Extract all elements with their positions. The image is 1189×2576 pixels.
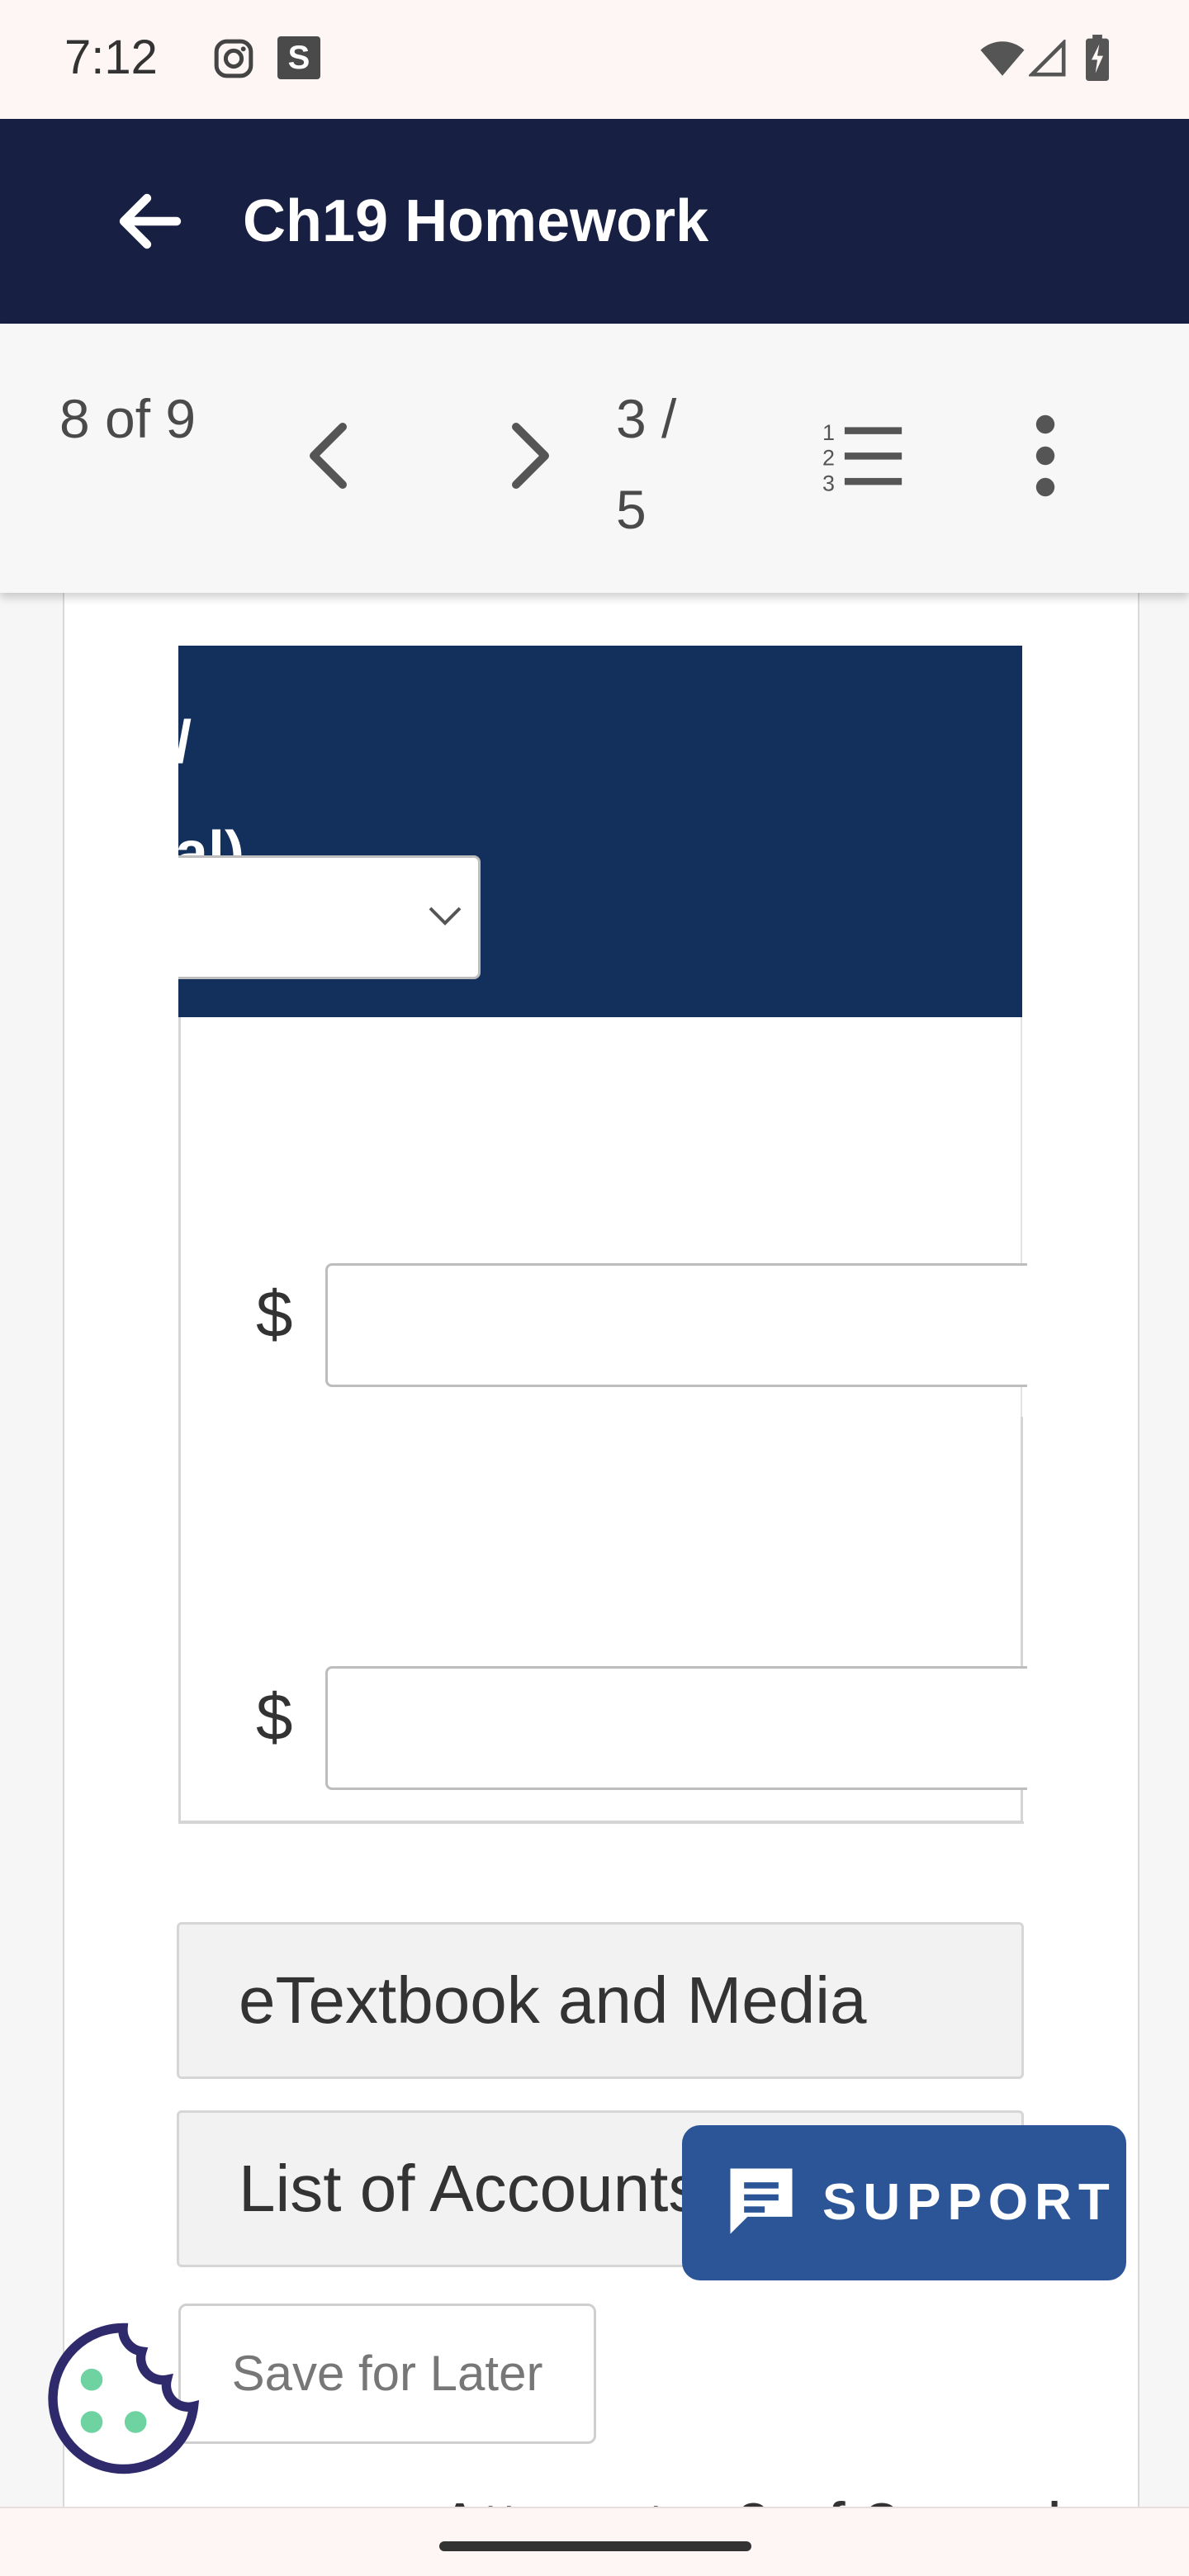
currency-symbol: $ [256, 1277, 293, 1351]
chevron-down-icon [429, 907, 462, 926]
cookie-settings-icon[interactable] [45, 2320, 201, 2477]
battery-charging-icon [1086, 35, 1109, 81]
notification-s-icon: S [277, 36, 320, 79]
cell-signal-icon [1029, 40, 1066, 77]
support-label: SUPPORT [822, 2174, 1116, 2231]
instagram-icon [214, 39, 253, 78]
wifi-icon [980, 41, 1025, 76]
system-navigation-bar [0, 2507, 1189, 2576]
currency-symbol: $ [256, 1680, 293, 1754]
table-divider [178, 1821, 1024, 1824]
home-indicator[interactable] [439, 2541, 751, 2551]
svg-text:2: 2 [822, 446, 835, 471]
question-counter: 8 of 9 [59, 388, 197, 449]
chat-icon [730, 2168, 793, 2234]
svg-text:1: 1 [822, 420, 835, 445]
etextbook-media-button[interactable]: eTextbook and Media [177, 1922, 1024, 2079]
header-dropdown[interactable] [178, 855, 481, 979]
status-bar: 7:12 S [0, 0, 1189, 119]
status-time: 7:12 [64, 31, 158, 84]
support-button[interactable]: SUPPORT [682, 2125, 1126, 2280]
next-question-icon[interactable] [495, 414, 561, 497]
save-for-later-button[interactable]: Save for Later [178, 2304, 596, 2444]
previous-question-icon[interactable] [297, 414, 363, 497]
app-bar: Ch19 Homework [0, 119, 1189, 324]
question-list-icon[interactable]: 1 2 3 [822, 416, 905, 495]
more-options-icon[interactable] [1021, 413, 1070, 499]
page-counter: 3 / 5 [616, 388, 677, 540]
back-arrow-icon[interactable] [111, 182, 190, 261]
table-header-label-line1: / [178, 687, 244, 798]
question-nav-bar: 8 of 9 3 / 5 1 2 3 [0, 324, 1189, 593]
amount-input[interactable] [325, 1666, 1027, 1790]
svg-text:3: 3 [822, 471, 835, 495]
page-title: Ch19 Homework [243, 188, 709, 254]
amount-input[interactable] [325, 1263, 1027, 1387]
